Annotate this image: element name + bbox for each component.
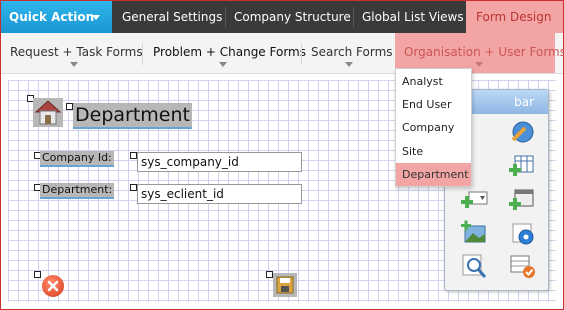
dropdown-item-end-user[interactable]: End User [396,93,471,116]
tab-problem-change-forms[interactable]: Problem + Change Forms [153,33,306,73]
form-title[interactable]: Department [73,103,192,129]
tab-label: Problem + Change Forms [153,45,306,59]
resize-handle[interactable] [34,271,41,278]
add-table-icon[interactable] [507,152,537,180]
resize-handle[interactable] [130,152,137,159]
gear-icon[interactable] [507,220,537,248]
tab-divider [301,43,302,65]
tab-general-settings[interactable]: General Settings [122,1,222,33]
tab-form-design[interactable]: Form Design [466,1,563,33]
save-button[interactable] [273,273,297,297]
chevron-down-icon [219,62,227,67]
globe-edit-icon[interactable] [507,118,537,146]
floppy-disk-icon [276,276,294,294]
search-preview-icon[interactable] [459,252,489,280]
tab-company-structure[interactable]: Company Structure [234,1,351,33]
toolbar-title: bar [514,95,534,109]
organisation-forms-dropdown: Analyst End User Company Site Department [395,68,472,187]
resize-handle[interactable] [130,184,137,191]
form-category-nav: Request + Task Forms Problem + Change Fo… [1,33,564,74]
tab-divider [353,7,354,27]
tab-global-list-views[interactable]: Global List Views [362,1,464,33]
company-id-field[interactable]: sys_company_id [137,152,302,172]
tab-divider [142,43,143,65]
tab-label: Request + Task Forms [10,45,143,59]
field-label-department[interactable]: Department: [40,183,115,199]
tab-search-forms[interactable]: Search Forms [311,33,393,73]
dropdown-item-department[interactable]: Department [396,163,471,186]
add-dropdown-icon[interactable] [459,186,489,214]
add-image-icon[interactable] [459,220,489,248]
resize-handle[interactable] [66,103,73,110]
tab-request-task-forms[interactable]: Request + Task Forms [10,33,143,73]
cancel-button[interactable] [42,275,64,297]
tab-divider [225,7,226,27]
chevron-down-icon [345,62,353,67]
quick-action-label: Quick Action [9,10,95,24]
dropdown-item-site[interactable]: Site [396,140,471,163]
close-icon [47,280,59,292]
top-nav: Quick Action General Settings Company St… [1,1,563,33]
check-table-icon[interactable] [507,252,537,280]
field-label-company-id[interactable]: Company Id: [40,151,114,167]
department-field[interactable]: sys_eclient_id [137,184,302,204]
tab-organisation-user-forms[interactable]: Organisation + User Forms [395,33,564,73]
quick-action-menu[interactable]: Quick Action [1,1,112,33]
tab-label: Search Forms [311,45,393,59]
chevron-down-icon [70,62,78,67]
chevron-down-icon [92,15,100,20]
add-window-icon[interactable] [507,186,537,214]
dropdown-item-analyst[interactable]: Analyst [396,70,471,93]
resize-handle[interactable] [266,271,273,278]
tab-label: Organisation + User Forms [404,45,564,59]
dropdown-item-company[interactable]: Company [396,116,471,139]
chevron-down-icon [475,62,483,67]
home-icon[interactable] [33,98,63,127]
